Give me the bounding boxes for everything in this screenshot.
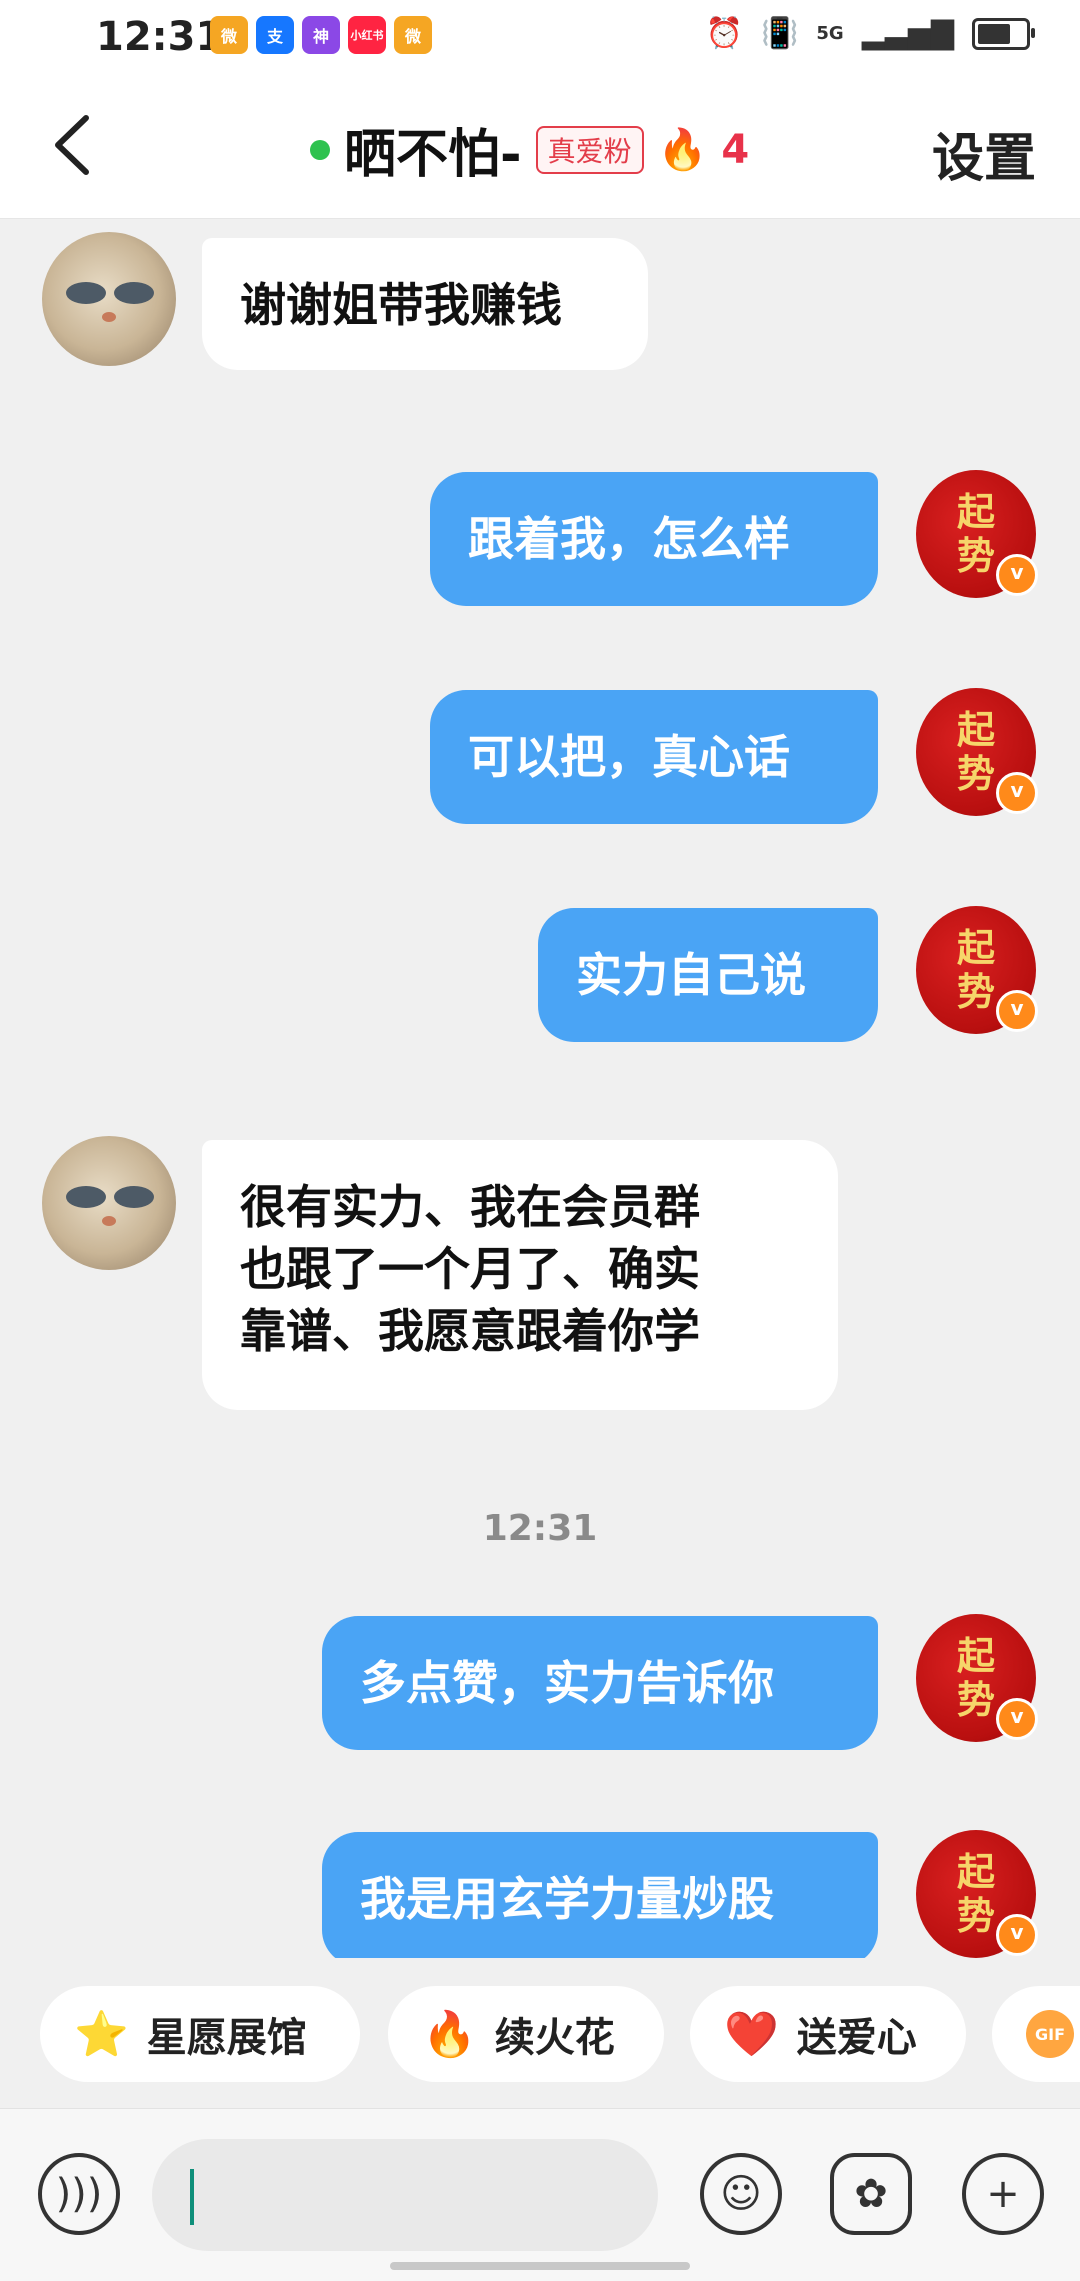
message-bubble-outgoing[interactable]: 跟着我，怎么样 — [430, 472, 878, 606]
verified-icon: v — [996, 1698, 1038, 1740]
message-bubble-incoming[interactable]: 很有实力、我在会员群 也跟了一个月了、确实 靠谱、我愿意跟着你学 — [202, 1140, 838, 1410]
chip-label: 星愿展馆 — [146, 2015, 307, 2061]
chip-label: 续火花 — [494, 2015, 615, 2061]
my-avatar[interactable]: 起势 v — [916, 688, 1038, 816]
voice-icon: ))) — [55, 2171, 103, 2217]
my-avatar[interactable]: 起势 v — [916, 1830, 1038, 1958]
quick-actions: ⭐ 星愿展馆 🔥 续火花 ❤️ 送爱心 GIF — [0, 1976, 1080, 2086]
fan-badge: 真爱粉 — [535, 125, 644, 174]
chip-label: 送爱心 — [796, 2015, 917, 2061]
more-button[interactable]: + — [962, 2153, 1044, 2235]
voice-button[interactable]: ))) — [38, 2153, 120, 2235]
chip-send-heart[interactable]: ❤️ 送爱心 — [690, 1986, 966, 2082]
chat-title[interactable]: 晒不怕- 真爱粉 🔥 4 — [310, 112, 749, 187]
heart-icon: ❤️ — [724, 2009, 779, 2060]
home-indicator[interactable] — [390, 2262, 690, 2270]
verified-icon: v — [996, 1914, 1038, 1956]
back-button[interactable] — [46, 110, 106, 180]
input-bar: ))) ☺ ✿ + — [0, 2108, 1080, 2281]
status-app-icons: 微 支 神 小红书 微 — [210, 16, 432, 54]
alipay-icon: 支 — [256, 16, 294, 54]
chip-continue-spark[interactable]: 🔥 续火花 — [388, 1986, 664, 2082]
contact-avatar[interactable] — [42, 232, 176, 366]
chip-gif[interactable]: GIF — [992, 1986, 1080, 2082]
verified-icon: v — [996, 990, 1038, 1032]
message-line: 很有实力、我在会员群 — [240, 1180, 700, 1234]
flame-icon: 🔥 — [657, 127, 708, 173]
star-icon: ⭐ — [74, 2009, 129, 2060]
verified-icon: v — [996, 772, 1038, 814]
contact-name: 晒不怕- — [344, 125, 522, 185]
smile-icon: ☺ — [720, 2171, 762, 2217]
chat-header: 晒不怕- 真爱粉 🔥 4 设置 — [0, 72, 1080, 219]
sticker-icon: ✿ — [854, 2171, 888, 2217]
my-avatar[interactable]: 起势 v — [916, 470, 1038, 598]
message-timestamp: 12:31 — [482, 1508, 598, 1549]
my-avatar[interactable]: 起势 v — [916, 1614, 1038, 1742]
message-bubble-outgoing[interactable]: 多点赞，实力告诉你 — [322, 1616, 878, 1750]
message-line: 靠谱、我愿意跟着你学 — [240, 1304, 700, 1358]
battery-fill — [978, 23, 1010, 44]
message-bubble-outgoing[interactable]: 实力自己说 — [538, 908, 878, 1042]
message-bubble-outgoing[interactable]: 可以把，真心话 — [430, 690, 878, 824]
message-input[interactable] — [152, 2139, 658, 2251]
gif-icon: GIF — [1026, 2010, 1074, 2058]
message-list[interactable]: 谢谢姐带我赚钱 起势 v 跟着我，怎么样 起势 v 可以把，真心话 起势 v 实… — [0, 218, 1080, 1958]
my-avatar[interactable]: 起势 v — [916, 906, 1038, 1034]
emoji-button[interactable]: ☺ — [700, 2153, 782, 2235]
plus-icon: + — [986, 2171, 1020, 2217]
status-bar: 12:31 微 支 神 小红书 微 ⏰ 📳 5G ▂▃▅▇ — [0, 0, 1080, 72]
app-icon: 神 — [302, 16, 340, 54]
weibo-icon: 微 — [394, 16, 432, 54]
system-icons: ⏰ 📳 5G ▂▃▅▇ — [705, 16, 1035, 51]
online-status-icon — [310, 139, 330, 160]
vibrate-icon: 📳 — [761, 16, 799, 51]
sticker-button[interactable]: ✿ — [830, 2153, 912, 2235]
streak-count: 4 — [721, 126, 750, 173]
alarm-icon: ⏰ — [705, 16, 744, 51]
weibo-icon: 微 — [210, 16, 248, 54]
network-label: 5G — [816, 23, 844, 44]
signal-icon: ▂▃▅▇ — [861, 16, 954, 51]
back-arrow-icon — [55, 115, 89, 175]
battery-icon — [972, 17, 1035, 50]
chip-star-gallery[interactable]: ⭐ 星愿展馆 — [40, 1986, 360, 2082]
message-bubble-incoming[interactable]: 谢谢姐带我赚钱 — [202, 238, 648, 370]
message-bubble-outgoing[interactable]: 我是用玄学力量炒股 — [322, 1832, 878, 1958]
settings-button[interactable]: 设置 — [932, 116, 1036, 191]
verified-icon: v — [996, 554, 1038, 596]
contact-avatar[interactable] — [42, 1136, 176, 1270]
text-caret — [190, 2169, 194, 2225]
xiaohongshu-icon: 小红书 — [348, 16, 386, 54]
status-time: 12:31 — [96, 14, 224, 60]
flame-icon: 🔥 — [422, 2009, 477, 2060]
message-line: 也跟了一个月了、确实 — [240, 1242, 700, 1296]
